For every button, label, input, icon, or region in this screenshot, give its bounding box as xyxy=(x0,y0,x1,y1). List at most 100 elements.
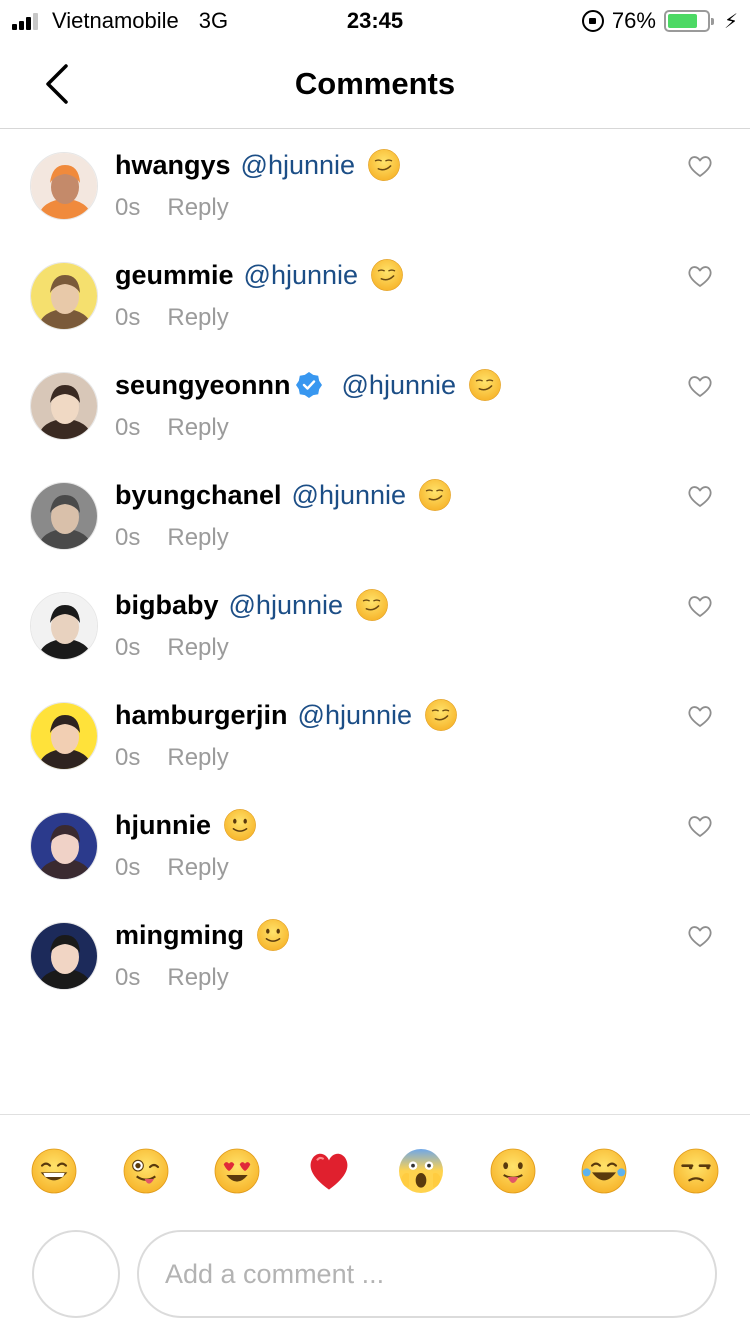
mention-link[interactable]: @hjunnie xyxy=(292,478,407,512)
reply-button[interactable]: Reply xyxy=(167,304,228,332)
comment-row: hwangys @hjunnie 0s Reply xyxy=(0,130,750,240)
avatar[interactable] xyxy=(30,702,98,770)
comment-body: hamburgerjin @hjunnie 0s Reply xyxy=(115,698,670,772)
reply-button[interactable]: Reply xyxy=(167,524,228,552)
reply-button[interactable]: Reply xyxy=(167,964,228,992)
winking-face-with-tongue-icon[interactable] xyxy=(122,1147,170,1195)
status-right: 76% ⚡︎ xyxy=(581,8,738,34)
avatar[interactable] xyxy=(30,812,98,880)
comment-meta: 0s Reply xyxy=(115,194,670,222)
smirking-face-icon xyxy=(355,588,389,622)
heart-outline-icon[interactable] xyxy=(686,262,714,290)
comment-row: hamburgerjin @hjunnie 0s Reply xyxy=(0,680,750,790)
comment-body: hjunnie 0s Reply xyxy=(115,808,670,882)
heart-outline-icon[interactable] xyxy=(686,372,714,400)
smirking-face-icon xyxy=(367,148,401,182)
avatar[interactable] xyxy=(30,152,98,220)
verified-badge-icon xyxy=(295,372,322,398)
mention-link[interactable]: @hjunnie xyxy=(342,368,457,402)
heart-outline-icon[interactable] xyxy=(686,482,714,510)
orientation-lock-icon xyxy=(581,10,604,32)
comment-text: byungchanel @hjunnie xyxy=(115,478,670,512)
unamused-face-icon[interactable] xyxy=(672,1147,720,1195)
comment-text: hamburgerjin @hjunnie xyxy=(115,698,670,732)
charging-bolt-icon: ⚡︎ xyxy=(723,10,738,33)
current-user-avatar xyxy=(32,1230,120,1318)
tears-of-joy-face-icon[interactable] xyxy=(580,1147,628,1195)
comment-meta: 0s Reply xyxy=(115,524,670,552)
comment-row: mingming 0s Reply xyxy=(0,900,750,1010)
reply-button[interactable]: Reply xyxy=(167,854,228,882)
comment-body: geummie @hjunnie 0s Reply xyxy=(115,258,670,332)
smirking-face-icon xyxy=(370,258,404,292)
comment-row: seungyeonnn @hjunnie 0s Reply xyxy=(0,350,750,460)
comment-text: hwangys @hjunnie xyxy=(115,148,670,182)
username-link[interactable]: hjunnie xyxy=(115,808,211,842)
heart-outline-icon[interactable] xyxy=(686,812,714,840)
screaming-face-icon[interactable] xyxy=(397,1147,445,1195)
page-title: Comments xyxy=(294,66,456,101)
reply-button[interactable]: Reply xyxy=(167,414,228,442)
comment-composer xyxy=(0,1228,750,1334)
comment-text: mingming xyxy=(115,918,670,952)
mention-link[interactable]: @hjunnie xyxy=(229,588,344,622)
comment-timestamp: 0s xyxy=(115,634,141,661)
comment-timestamp: 0s xyxy=(115,854,141,881)
avatar[interactable] xyxy=(30,482,98,550)
comment-timestamp: 0s xyxy=(115,304,141,331)
heart-outline-icon[interactable] xyxy=(686,592,714,620)
reply-button[interactable]: Reply xyxy=(167,634,228,662)
username-link[interactable]: geummie xyxy=(115,258,234,292)
comment-meta: 0s Reply xyxy=(115,634,670,662)
battery-fill xyxy=(667,14,697,28)
status-bar: Vietnamobile 3G 23:45 76% ⚡︎ xyxy=(0,0,750,40)
comment-meta: 0s Reply xyxy=(115,304,670,332)
comment-timestamp: 0s xyxy=(115,964,141,991)
quick-emoji-bar xyxy=(0,1114,750,1224)
smirking-face-icon xyxy=(424,698,458,732)
avatar[interactable] xyxy=(30,922,98,990)
username-link[interactable]: hwangys xyxy=(115,148,231,182)
comment-row: geummie @hjunnie 0s Reply xyxy=(0,240,750,350)
comment-row: hjunnie 0s Reply xyxy=(0,790,750,900)
comment-meta: 0s Reply xyxy=(115,744,670,772)
avatar[interactable] xyxy=(30,372,98,440)
comment-body: seungyeonnn @hjunnie 0s Reply xyxy=(115,368,670,442)
heart-eyes-face-icon[interactable] xyxy=(213,1147,261,1195)
header: Comments xyxy=(0,40,750,129)
grinning-face-icon[interactable] xyxy=(30,1147,78,1195)
comment-body: mingming 0s Reply xyxy=(115,918,670,992)
comment-input[interactable] xyxy=(137,1230,717,1318)
comment-text: bigbaby @hjunnie xyxy=(115,588,670,622)
username-link[interactable]: seungyeonnn xyxy=(115,368,291,402)
heart-outline-icon[interactable] xyxy=(686,702,714,730)
smirking-face-icon xyxy=(418,478,452,512)
comment-meta: 0s Reply xyxy=(115,414,670,442)
comment-row: byungchanel @hjunnie 0s Reply xyxy=(0,460,750,570)
heart-outline-icon[interactable] xyxy=(686,922,714,950)
username-link[interactable]: byungchanel xyxy=(115,478,282,512)
comment-timestamp: 0s xyxy=(115,414,141,441)
reply-button[interactable]: Reply xyxy=(167,194,228,222)
comment-text: hjunnie xyxy=(115,808,670,842)
comment-timestamp: 0s xyxy=(115,194,141,221)
face-with-tongue-icon[interactable] xyxy=(489,1147,537,1195)
mention-link[interactable]: @hjunnie xyxy=(244,258,359,292)
battery-icon xyxy=(663,10,714,32)
comment-timestamp: 0s xyxy=(115,744,141,771)
comment-text: seungyeonnn @hjunnie xyxy=(115,368,670,402)
reply-button[interactable]: Reply xyxy=(167,744,228,772)
battery-percent: 76% xyxy=(611,8,656,33)
mention-link[interactable]: @hjunnie xyxy=(241,148,356,182)
avatar[interactable] xyxy=(30,262,98,330)
comment-row: bigbaby @hjunnie 0s Reply xyxy=(0,570,750,680)
avatar[interactable] xyxy=(30,592,98,660)
username-link[interactable]: mingming xyxy=(115,918,244,952)
red-heart-icon[interactable] xyxy=(305,1147,353,1195)
comment-body: byungchanel @hjunnie 0s Reply xyxy=(115,478,670,552)
mention-link[interactable]: @hjunnie xyxy=(298,698,413,732)
username-link[interactable]: hamburgerjin xyxy=(115,698,288,732)
heart-outline-icon[interactable] xyxy=(686,152,714,180)
slightly-smiling-face-icon xyxy=(223,808,257,842)
username-link[interactable]: bigbaby xyxy=(115,588,219,622)
